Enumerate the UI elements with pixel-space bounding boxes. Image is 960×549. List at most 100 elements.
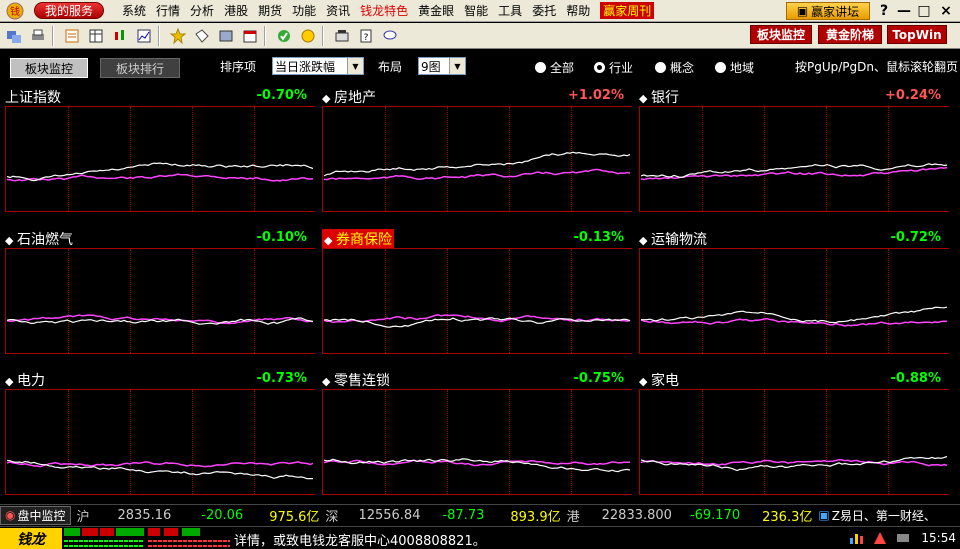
plugin-icon[interactable] — [298, 26, 318, 46]
trend-lines — [641, 306, 948, 327]
minimize-button[interactable]: — — [894, 2, 914, 20]
sector-name-label: 券商保险 — [335, 232, 392, 248]
sector-panel[interactable]: 上证指数 -0.70% — [5, 86, 315, 212]
clock: 15:54 — [921, 531, 956, 545]
menu-item-golden-eye[interactable]: 黄金眼 — [418, 2, 454, 19]
sector-name[interactable]: ◆ 石油燃气 — [5, 229, 73, 249]
topwin-button[interactable]: TopWin — [887, 25, 947, 44]
market-sh-change: -20.06 — [201, 507, 244, 523]
phone-icon[interactable] — [332, 26, 352, 46]
sector-name[interactable]: ◆ 零售连锁 — [322, 370, 390, 390]
trend-lines — [324, 314, 631, 328]
layout-select-value: 9图 — [421, 59, 441, 74]
main-menu: 系统 行情 分析 港股 期货 功能 资讯 钱龙特色 黄金眼 智能 工具 委托 帮… — [122, 2, 664, 19]
sector-name[interactable]: ◆ 房地产 — [322, 87, 376, 107]
sector-panel[interactable]: ◆ 运输物流 -0.72% — [639, 228, 949, 354]
sector-name-label: 上证指数 — [5, 90, 61, 106]
tab-sector-ranking[interactable]: 板块排行 — [100, 58, 180, 78]
radio-region[interactable]: 地域 — [715, 59, 754, 76]
checkmark-icon[interactable] — [274, 26, 294, 46]
sector-name-label: 房地产 — [333, 90, 376, 106]
eye-icon: ◉ — [5, 508, 16, 522]
photo-icon[interactable] — [216, 26, 236, 46]
radio-industry[interactable]: 行业 — [594, 59, 633, 76]
print-icon[interactable] — [28, 26, 48, 46]
golden-ladder-button[interactable]: 黄金阶梯 — [818, 25, 882, 44]
sector-name[interactable]: 上证指数 — [5, 87, 61, 107]
sector-trend-chart — [5, 106, 315, 212]
trend-lines — [641, 163, 948, 181]
sector-name[interactable]: ◆ 运输物流 — [639, 229, 707, 249]
sector-panel[interactable]: ◆ 银行 +0.24% — [639, 86, 949, 212]
sector-panel-header: ◆ 券商保险 -0.13% — [322, 228, 632, 249]
news-icon[interactable]: ▣ — [818, 508, 829, 522]
market-sz-volume: 893.9亿 — [510, 509, 561, 525]
menu-item-functions[interactable]: 功能 — [292, 2, 316, 19]
sector-panel[interactable]: ◆ 房地产 +1.02% — [322, 86, 632, 212]
intraday-monitor-button[interactable]: ◉ 盘中监控 — [0, 505, 71, 525]
market-breadth-bar — [64, 528, 230, 547]
sector-change: -0.73% — [256, 371, 308, 386]
sector-trend-chart — [322, 106, 632, 212]
menu-item-smart[interactable]: 智能 — [464, 2, 488, 19]
network-tray-icon[interactable] — [895, 530, 911, 546]
trend-icon[interactable] — [134, 26, 154, 46]
menu-item-system[interactable]: 系统 — [122, 2, 146, 19]
sector-panel[interactable]: ◆ 券商保险 -0.13% — [322, 228, 632, 354]
menu-item-qianlong-features[interactable]: 钱龙特色 — [360, 2, 408, 19]
quote-list-icon[interactable] — [62, 26, 82, 46]
sector-panel-header: ◆ 零售连锁 -0.75% — [322, 369, 632, 389]
tab-sector-monitor[interactable]: 板块监控 — [10, 58, 88, 78]
diamond-icon: ◆ — [322, 375, 334, 388]
layout-label: 布局 — [378, 60, 403, 74]
menu-item-tools[interactable]: 工具 — [498, 2, 522, 19]
close-button[interactable]: × — [936, 2, 956, 20]
my-service-button[interactable]: 我的服务 — [34, 2, 105, 19]
restore-button[interactable]: □ — [914, 2, 934, 20]
menu-item-help[interactable]: 帮助 — [566, 2, 590, 19]
sector-trend-chart — [5, 389, 315, 495]
chat-icon[interactable] — [380, 26, 400, 46]
app-logo-icon: 钱 — [4, 1, 26, 21]
star-icon[interactable] — [168, 26, 188, 46]
sector-name[interactable]: ◆ 券商保险 — [322, 229, 394, 249]
sector-panel[interactable]: ◆ 零售连锁 -0.75% — [322, 369, 632, 495]
kline-icon[interactable] — [110, 26, 130, 46]
tag-icon[interactable] — [192, 26, 212, 46]
menu-item-futures[interactable]: 期货 — [258, 2, 282, 19]
sector-name[interactable]: ◆ 家电 — [639, 370, 679, 390]
market-hk-value: 22833.800 — [601, 507, 672, 523]
alert-tray-icon[interactable] — [872, 530, 888, 546]
menu-item-analysis[interactable]: 分析 — [190, 2, 214, 19]
menu-item-quotes[interactable]: 行情 — [156, 2, 180, 19]
forum-button[interactable]: ▣ 赢家讲坛 — [786, 2, 870, 20]
layout-select[interactable]: 9图 ▼ — [418, 57, 466, 75]
diamond-icon: ◆ — [5, 375, 17, 388]
menu-item-hk-stocks[interactable]: 港股 — [224, 2, 248, 19]
sector-name[interactable]: ◆ 电力 — [5, 370, 45, 390]
radio-all[interactable]: 全部 — [535, 59, 574, 76]
radio-all-label: 全部 — [550, 61, 575, 75]
sector-panel[interactable]: ◆ 电力 -0.73% — [5, 369, 315, 495]
menu-item-trade[interactable]: 委托 — [532, 2, 556, 19]
sector-change: +1.02% — [568, 88, 624, 103]
sort-select[interactable]: 当日涨跌幅 ▼ — [272, 57, 364, 75]
trend-line — [324, 317, 631, 328]
sector-monitor-button[interactable]: 板块监控 — [750, 25, 812, 44]
table-icon[interactable] — [86, 26, 106, 46]
radio-dot — [715, 62, 726, 73]
help-button[interactable]: ? — [874, 2, 894, 20]
calendar-icon[interactable] — [240, 26, 260, 46]
news-ticker[interactable]: Z易日、第一财经、 — [832, 507, 936, 524]
menu-item-weekly[interactable]: 赢家周刊 — [600, 2, 655, 19]
connect-icon[interactable] — [4, 26, 24, 46]
menu-item-news[interactable]: 资讯 — [326, 2, 350, 19]
sector-panel[interactable]: ◆ 家电 -0.88% — [639, 369, 949, 495]
chart-tray-icon[interactable] — [848, 530, 864, 546]
sector-panel[interactable]: ◆ 石油燃气 -0.10% — [5, 228, 315, 354]
sector-trend-chart — [5, 248, 315, 354]
sector-name[interactable]: ◆ 银行 — [639, 87, 679, 107]
radio-concept[interactable]: 概念 — [655, 59, 694, 76]
help-doc-icon[interactable]: ? — [356, 26, 376, 46]
intraday-monitor-label: 盘中监控 — [17, 508, 66, 523]
